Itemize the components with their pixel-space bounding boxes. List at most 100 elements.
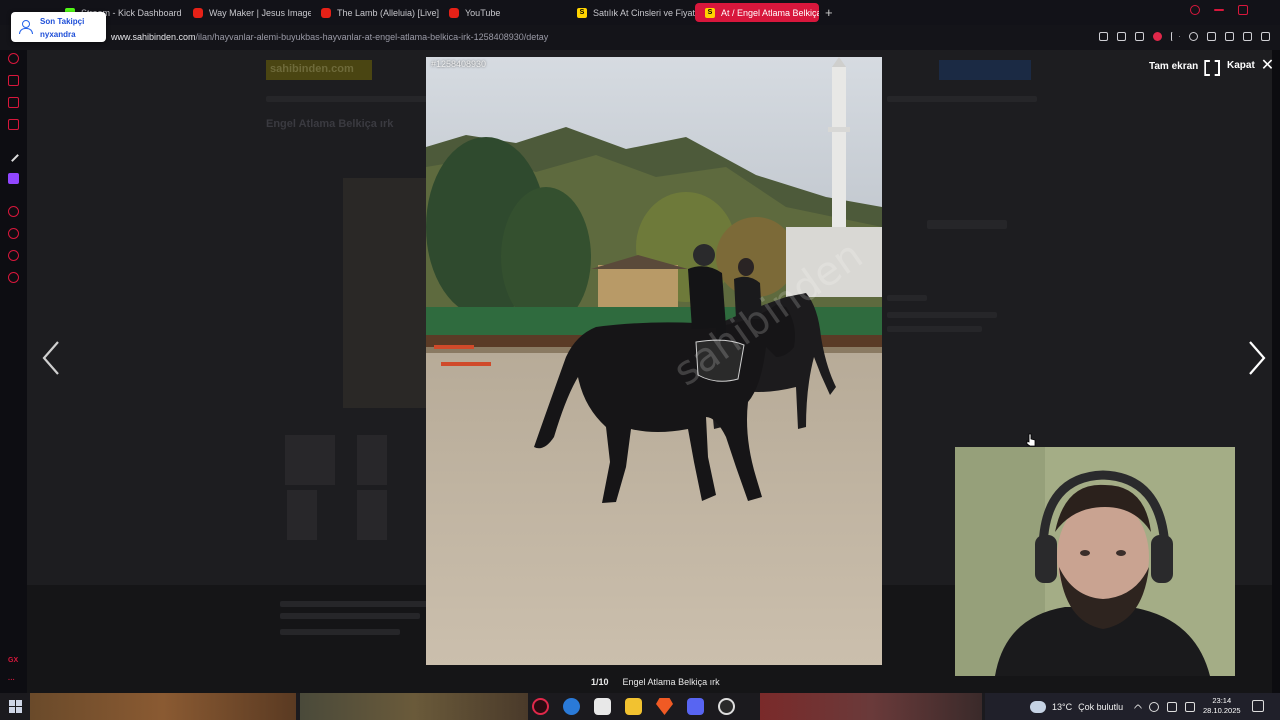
footer-line (280, 601, 440, 607)
tab-youtube[interactable]: YouTube (439, 0, 567, 25)
file-explorer-icon[interactable] (625, 698, 642, 715)
follower-alert: Son Takipçi nyxandra (11, 12, 106, 42)
menu-icon[interactable] (1261, 32, 1270, 41)
info-line (887, 295, 927, 301)
sidebar-player-icon[interactable] (8, 206, 19, 217)
tab-label: Satılık At Cinsleri ve Fiyat (593, 7, 695, 18)
tab-label: YouTube (465, 7, 501, 18)
lightbox-photo: DİLA ATLI SPOR KULÜBÜ sahibinden (426, 57, 882, 665)
sidebar-messenger-icon[interactable] (8, 53, 19, 64)
photo-title: Engel Atlama Belkiça ırk (622, 677, 720, 687)
more-icon[interactable]: ··· (8, 677, 15, 684)
play-icon[interactable] (1171, 32, 1180, 41)
chevron-left-icon (42, 341, 59, 375)
sidebar-extensions-icon[interactable] (8, 250, 19, 261)
youtube-icon (321, 7, 331, 18)
listing-main-photo (343, 178, 429, 408)
taskbar-wallpaper-left (30, 693, 296, 720)
info-line (887, 312, 997, 318)
screenshot-icon[interactable] (1135, 32, 1144, 41)
youtube-icon (449, 7, 459, 18)
display-icon[interactable] (1185, 701, 1196, 712)
sidebar-twitch-icon[interactable] (8, 173, 19, 184)
cloud-icon (1030, 700, 1046, 713)
store-icon[interactable] (594, 698, 611, 715)
brave-icon[interactable] (656, 698, 673, 715)
tab-label: Way Maker | Jesus Image (209, 7, 311, 18)
chevron-up-icon[interactable] (1133, 703, 1143, 712)
tab-engel-atlama[interactable]: S At / Engel Atlama Belkiça (695, 3, 819, 22)
tray-icons (1133, 701, 1196, 712)
taskbar-apps (532, 698, 735, 715)
user-icon (19, 20, 33, 34)
listing-thumb (285, 435, 335, 485)
tab-way-maker[interactable]: Way Maker | Jesus Image (183, 0, 311, 25)
photo-caption: 1/10 Engel Atlama Belkiça ırk (591, 677, 720, 687)
taskbar-clock[interactable]: 23:14 28.10.2025 (1203, 696, 1241, 716)
heart-icon[interactable] (1189, 32, 1198, 41)
price-line (927, 220, 1007, 229)
sidebar-bag-icon[interactable] (8, 75, 19, 86)
horse-photo: DİLA ATLI SPOR KULÜBÜ sahibinden (426, 57, 882, 665)
windows-start-icon[interactable] (9, 700, 22, 713)
close-button[interactable]: Kapat ✕ (1227, 57, 1274, 73)
previous-photo-button[interactable] (40, 340, 62, 376)
mouse-cursor-icon (1026, 433, 1036, 447)
sahibinden-icon: S (705, 7, 715, 18)
footer-line (280, 613, 420, 619)
url-field[interactable]: www.sahibinden.com/ilan/hayvanlar-alemi-… (111, 32, 548, 42)
fullscreen-button[interactable]: Tam ekran (1149, 60, 1216, 72)
url-host: www.sahibinden.com (111, 32, 196, 42)
shield-icon[interactable] (1153, 32, 1162, 41)
wallet-icon[interactable] (1225, 32, 1234, 41)
listing-thumb (357, 490, 387, 540)
minimize-icon[interactable] (1214, 9, 1224, 11)
download-icon[interactable] (1243, 32, 1252, 41)
toolbar-icons (1099, 32, 1270, 41)
fullscreen-icon (1204, 60, 1216, 72)
volume-icon[interactable] (1167, 701, 1178, 712)
url-path: /ilan/hayvanlar-alemi-buyukbas-hayvanlar… (195, 32, 549, 42)
listing-title: Engel Atlama Belkiça ırk (266, 118, 394, 130)
taskbar-wallpaper-right (760, 693, 982, 720)
windows-taskbar: 13°C Çok bulutlu 23:14 28.10.2025 (0, 693, 1280, 720)
sidebar-notes-icon[interactable] (8, 119, 19, 130)
close-window-icon[interactable] (1262, 5, 1272, 15)
sidebar-history-icon[interactable] (8, 228, 19, 239)
opera-gx-icon[interactable] (532, 698, 549, 715)
webcam-feed (955, 447, 1235, 676)
obs-icon[interactable] (718, 698, 735, 715)
next-photo-button[interactable] (1246, 340, 1268, 376)
listing-thumb (287, 490, 317, 540)
temperature: 13°C (1052, 701, 1073, 712)
restore-icon[interactable] (1238, 5, 1248, 15)
chevron-right-icon (1249, 341, 1266, 375)
notification-icon[interactable] (1252, 700, 1264, 712)
sidebar-kick-icon[interactable] (6, 149, 19, 162)
edge-icon[interactable] (563, 698, 580, 715)
fullscreen-label: Tam ekran (1149, 60, 1199, 72)
tab-bar: Stream - Kick Dashboard Way Maker | Jesu… (0, 0, 1280, 25)
photo-counter: 1/10 (591, 677, 609, 687)
tab-satilik-at[interactable]: S Satılık At Cinsleri ve Fiyat (567, 0, 695, 25)
tab-the-lamb[interactable]: The Lamb (Alleluia) [Live] (311, 0, 439, 25)
clock-time: 23:14 (1212, 696, 1232, 705)
site-logo: sahibinden.com (266, 60, 372, 80)
sidebar-chat-icon[interactable] (8, 97, 19, 108)
weather-text: Çok bulutlu (1078, 701, 1124, 712)
search-tabs-icon[interactable] (1190, 5, 1200, 15)
browser-sidebar: GX ··· (0, 50, 27, 693)
sahibinden-icon: S (577, 7, 587, 18)
extensions-icon[interactable] (1207, 32, 1216, 41)
gx-icon[interactable]: GX (8, 657, 18, 664)
new-tab-button[interactable]: + (819, 5, 839, 20)
address-bar: www.sahibinden.com/ilan/hayvanlar-alemi-… (0, 25, 1280, 50)
discord-icon[interactable] (687, 698, 704, 715)
taskbar-wallpaper-mid (300, 693, 528, 720)
sidebar-icon[interactable] (1099, 32, 1108, 41)
sidebar-settings-icon[interactable] (8, 272, 19, 283)
breadcrumb-right (887, 96, 1037, 102)
network-icon[interactable] (1149, 701, 1160, 712)
pin-icon[interactable] (1117, 32, 1126, 41)
listing-thumb (357, 435, 387, 485)
